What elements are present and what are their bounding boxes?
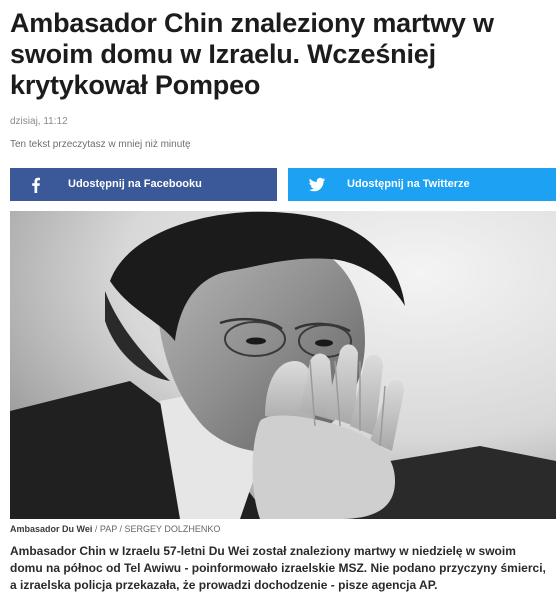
portrait-photo (10, 211, 556, 519)
article-lead: Ambasador Chin w Izraelu 57-letni Du Wei… (10, 544, 546, 592)
reading-time: Ten tekst przeczytasz w mniej niż minutę (10, 139, 191, 150)
article-photo[interactable] (10, 211, 556, 519)
share-twitter-label: Udostępnij na Twitterze (347, 178, 470, 190)
share-facebook-button[interactable]: Udostępnij na Facebooku (10, 168, 277, 201)
photo-caption: Ambasador Du Wei / PAP / SERGEY DOLZHENK… (10, 524, 220, 534)
article-page: Ambasador Chin znaleziony martwy w swoim… (0, 0, 558, 607)
article-title: Ambasador Chin znaleziony martwy w swoim… (10, 8, 494, 100)
caption-credit: / PAP / SERGEY DOLZHENKO (92, 524, 221, 534)
caption-subject: Ambasador Du Wei (10, 524, 93, 534)
twitter-icon (308, 177, 326, 192)
share-twitter-button[interactable]: Udostępnij na Twitterze (288, 168, 556, 201)
article-date: dzisiaj, 11:12 (10, 116, 68, 127)
share-facebook-label: Udostępnij na Facebooku (68, 178, 202, 190)
facebook-icon (32, 177, 40, 193)
